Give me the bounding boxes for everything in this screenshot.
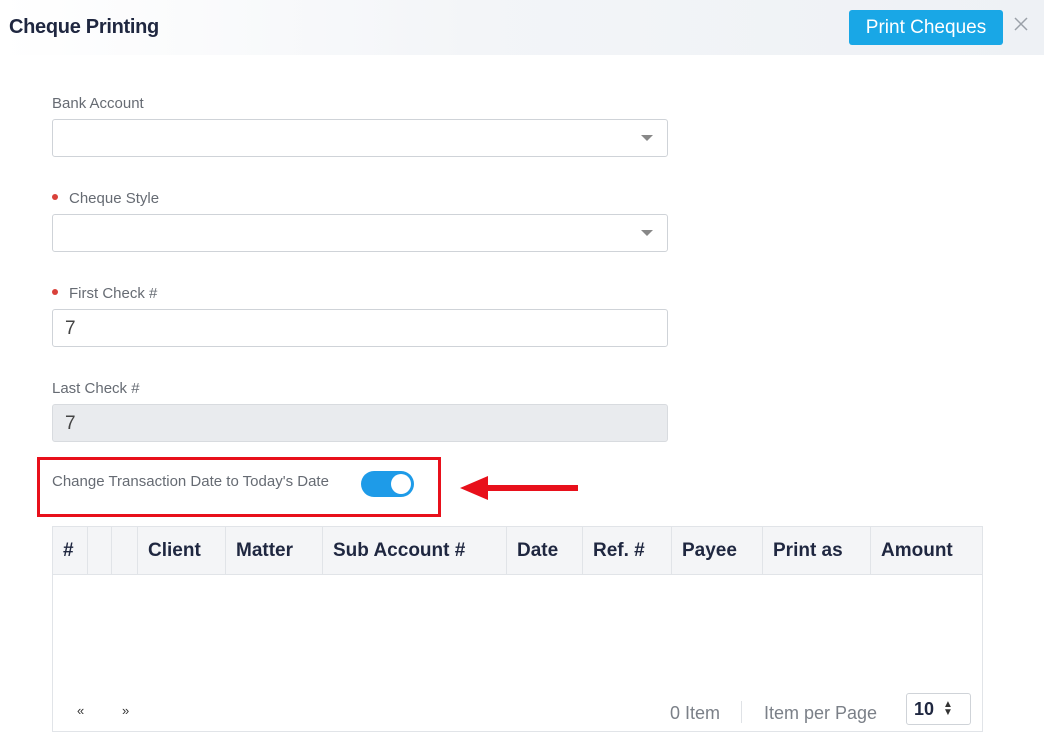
column-header xyxy=(88,527,112,575)
date-toggle-label: Change Transaction Date to Today's Date xyxy=(52,473,329,490)
per-page-label: Item per Page xyxy=(764,703,878,723)
last-check-value: 7 xyxy=(65,413,76,434)
close-icon-glyph xyxy=(1014,17,1028,31)
toggle-knob xyxy=(391,474,411,494)
required-indicator xyxy=(52,289,58,296)
cheque-style-select[interactable] xyxy=(52,214,668,252)
column-header-date[interactable]: Date xyxy=(507,527,583,575)
bank-account-label: Bank Account xyxy=(52,95,144,112)
column-header-amount[interactable]: Amount xyxy=(871,527,982,575)
column-header[interactable]: # xyxy=(53,527,88,575)
last-check-label: Last Check # xyxy=(52,380,140,397)
cheque-style-label: Cheque Style xyxy=(52,190,159,207)
per-page-value: 10 xyxy=(914,699,935,719)
column-header-print-as[interactable]: Print as xyxy=(763,527,871,575)
column-header-payee[interactable]: Payee xyxy=(672,527,763,575)
column-header-matter[interactable]: Matter xyxy=(226,527,323,575)
first-check-input[interactable]: 7 xyxy=(52,309,668,347)
sort-updown-icon: ▲ ▼ xyxy=(943,699,953,718)
table-header-row: # Client Matter Sub Account # Date Ref. … xyxy=(53,527,982,575)
caret-down-icon xyxy=(641,230,653,236)
first-check-label: First Check # xyxy=(52,285,157,302)
first-check-label-text: First Check # xyxy=(69,285,158,302)
page-title: Cheque Printing xyxy=(9,16,159,38)
pager-divider xyxy=(741,701,742,723)
first-check-value: 7 xyxy=(65,318,76,339)
column-header-client[interactable]: Client xyxy=(138,527,226,575)
dialog-header: Cheque Printing Print Cheques xyxy=(0,0,1044,55)
pager-prev-button[interactable]: « xyxy=(77,703,84,718)
bank-account-select[interactable] xyxy=(52,119,668,157)
caret-down-icon xyxy=(641,135,653,141)
required-indicator xyxy=(52,194,58,201)
print-cheques-button[interactable]: Print Cheques xyxy=(849,10,1003,45)
item-count: 0 Item xyxy=(670,703,721,723)
cheques-table: # Client Matter Sub Account # Date Ref. … xyxy=(52,526,983,732)
annotation-arrow-icon xyxy=(460,476,578,500)
column-header xyxy=(112,527,138,575)
column-header-ref[interactable]: Ref. # xyxy=(583,527,672,575)
pager-next-button[interactable]: » xyxy=(122,703,129,718)
last-check-input: 7 xyxy=(52,404,668,442)
column-header-sub-account[interactable]: Sub Account # xyxy=(323,527,507,575)
cheque-style-label-text: Cheque Style xyxy=(69,190,160,207)
date-toggle-switch[interactable] xyxy=(361,471,414,497)
per-page-select[interactable]: 10 ▲ ▼ xyxy=(906,693,971,725)
close-icon[interactable] xyxy=(1012,14,1030,36)
